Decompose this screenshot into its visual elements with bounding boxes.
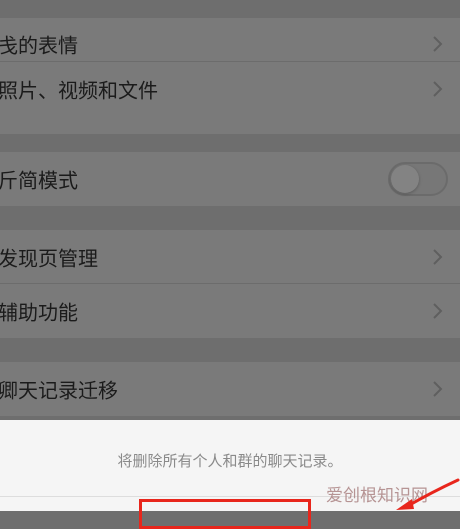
chevron-right-icon: [433, 381, 443, 397]
action-sheet-message: 将删除所有个人和群的聊天记录。: [117, 452, 343, 470]
settings-group-2: 斤简模式: [0, 152, 460, 206]
settings-row-simple-mode[interactable]: 斤简模式: [0, 152, 460, 206]
settings-group-1: 戋的表情 照片、视频和文件: [0, 18, 460, 134]
settings-row-discover-management[interactable]: 发现页管理: [0, 230, 460, 284]
settings-group-4: 卿天记录迁移: [0, 362, 460, 416]
settings-group-3: 发现页管理 辅助功能: [0, 230, 460, 338]
toggle-knob: [391, 165, 419, 193]
settings-row-label: 辅助功能: [0, 300, 78, 325]
simple-mode-toggle[interactable]: [388, 162, 448, 196]
settings-row-label: 卿天记录迁移: [0, 378, 118, 403]
chevron-right-icon: [433, 36, 443, 52]
settings-row-label: 斤简模式: [0, 168, 78, 193]
annotation-arrow-icon: [396, 478, 460, 510]
settings-row-my-stickers[interactable]: 戋的表情: [0, 0, 460, 62]
clear-chat-history-button-highlight[interactable]: [139, 499, 311, 529]
settings-row-photos-videos-files[interactable]: 照片、视频和文件: [0, 62, 460, 116]
settings-list: 戋的表情 照片、视频和文件 斤简模式 发现页管理 辅助功能 卿天记录迁移: [0, 0, 460, 420]
chevron-right-icon: [433, 249, 443, 265]
settings-row-label: 戋的表情: [0, 33, 78, 58]
settings-row-accessibility[interactable]: 辅助功能: [0, 284, 460, 338]
settings-row-label: 发现页管理: [0, 246, 98, 271]
chevron-right-icon: [433, 81, 443, 97]
settings-row-chat-migration[interactable]: 卿天记录迁移: [0, 362, 460, 416]
settings-row-label: 照片、视频和文件: [0, 78, 158, 103]
chevron-right-icon: [433, 303, 443, 319]
